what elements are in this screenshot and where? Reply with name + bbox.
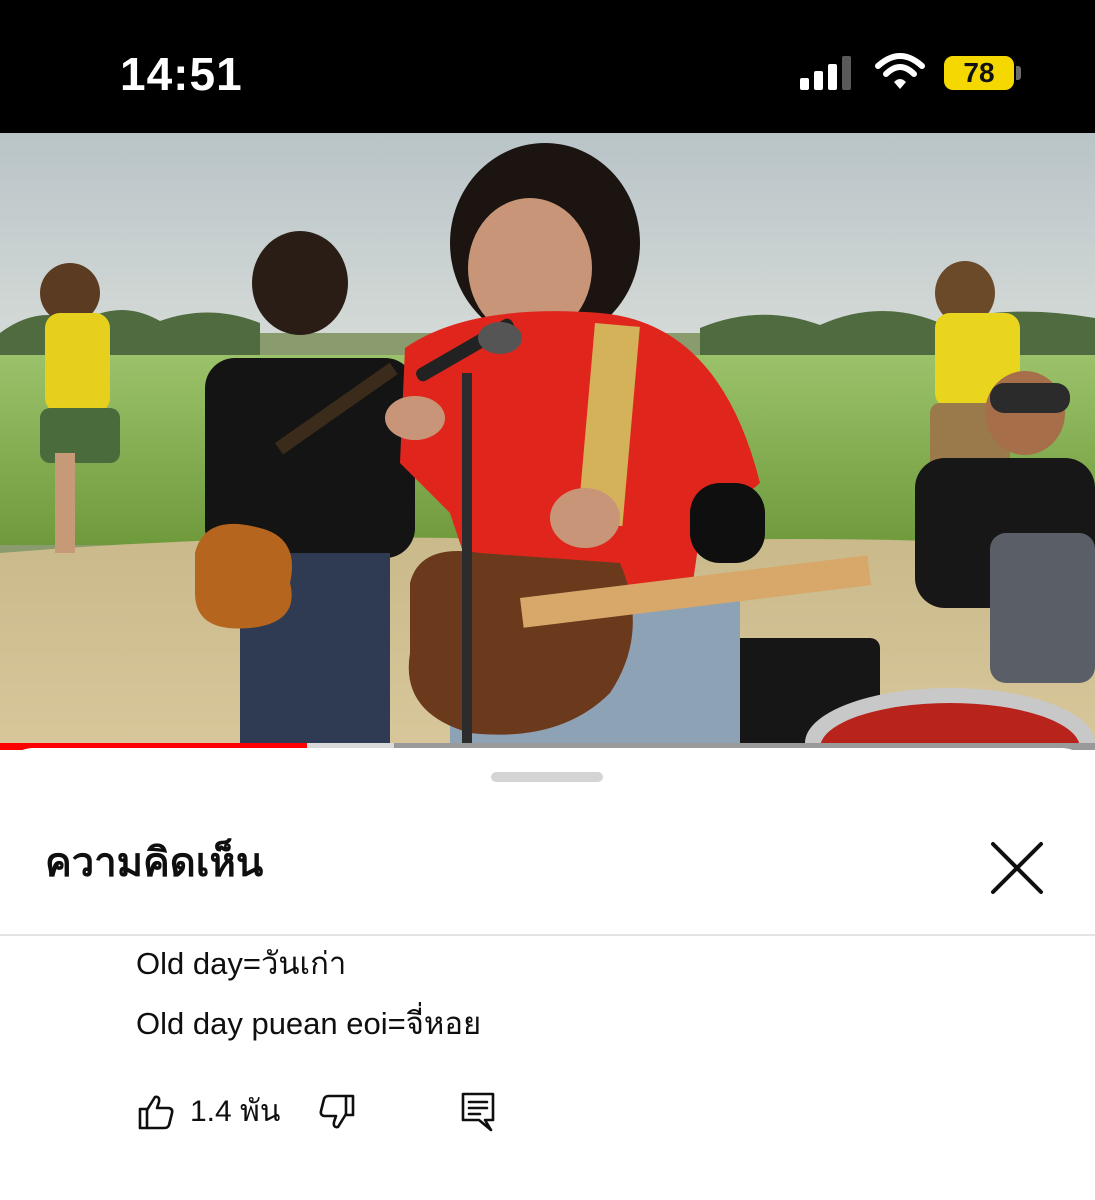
comment-text-line: Old day=วันเก่า <box>136 946 347 981</box>
battery-icon: 78 <box>944 56 1014 90</box>
status-bar: 14:51 78 <box>0 0 1095 133</box>
reply-icon <box>461 1092 495 1132</box>
reply-button[interactable] <box>458 1090 498 1132</box>
video-player[interactable] <box>0 133 1095 750</box>
wifi-icon <box>875 53 925 89</box>
cellular-signal-icon <box>800 56 851 90</box>
video-frame <box>0 133 1095 750</box>
close-button[interactable] <box>985 836 1049 900</box>
thumbs-up-icon <box>138 1095 174 1130</box>
dislike-button[interactable] <box>316 1092 358 1132</box>
like-button[interactable]: 1.4 พัน <box>136 1090 296 1134</box>
sheet-drag-handle[interactable] <box>491 772 603 782</box>
thumbs-down-icon <box>319 1094 355 1129</box>
comments-sheet: ความคิดเห็น Old day=วันเก่า Old day puea… <box>0 748 1095 1200</box>
comments-title: ความคิดเห็น <box>45 840 264 886</box>
sheet-divider <box>0 934 1095 936</box>
battery-nub <box>1016 66 1021 80</box>
status-time: 14:51 <box>120 48 243 100</box>
like-count: 1.4 พัน <box>190 1095 281 1128</box>
comment-text-line: Old day puean eoi=จี่หอย <box>136 1006 482 1041</box>
close-icon <box>991 842 1043 894</box>
